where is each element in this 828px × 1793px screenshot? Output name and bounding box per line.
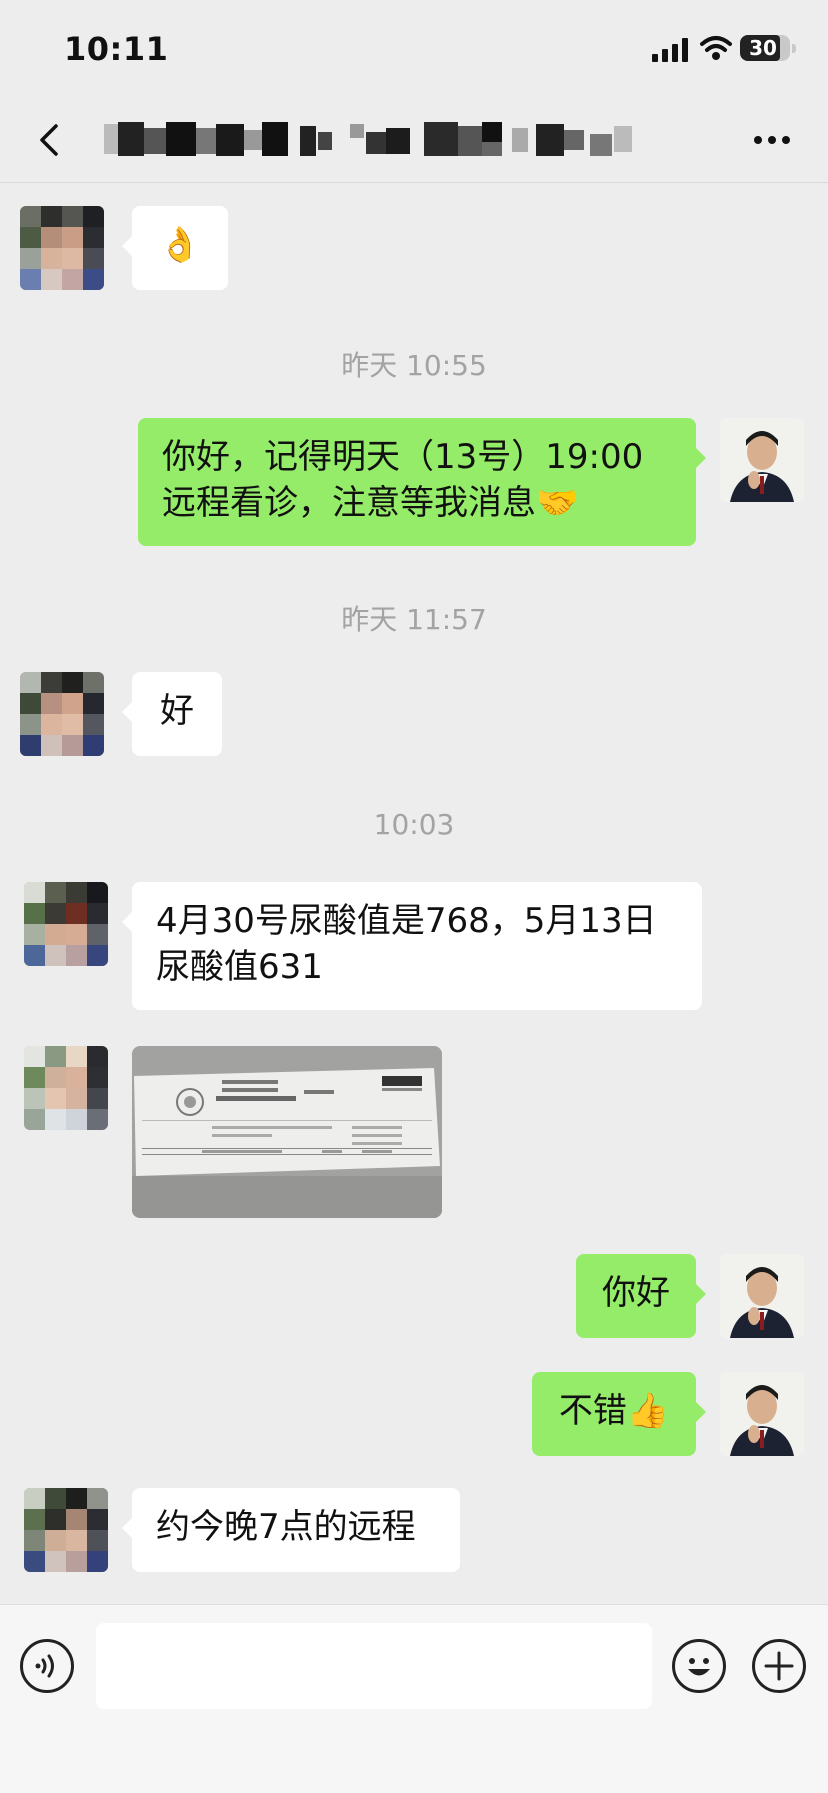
signal-icon	[652, 38, 688, 62]
wifi-icon	[700, 36, 732, 60]
battery-level: 30	[749, 36, 777, 60]
timestamp: 昨天 10:55	[341, 349, 487, 382]
battery-icon: 30	[740, 35, 796, 61]
avatar[interactable]	[24, 882, 108, 966]
avatar[interactable]	[720, 418, 804, 502]
message-bubble[interactable]: 你好，记得明天（13号）19:00远程看诊，注意等我消息🤝	[138, 418, 706, 546]
emoji-icon[interactable]	[672, 1639, 726, 1693]
status-time: 10:11	[64, 30, 169, 68]
status-bar: 10:11 30	[0, 0, 828, 100]
message-bubble[interactable]: 你好	[576, 1254, 706, 1338]
message-bubble[interactable]: 👌	[122, 206, 228, 290]
lab-report-image[interactable]	[132, 1046, 442, 1218]
more-horizontal-icon[interactable]	[750, 128, 794, 152]
message-bubble[interactable]: 4月30号尿酸值是768，5月13日尿酸值631	[122, 882, 702, 1010]
plus-icon[interactable]	[752, 1639, 806, 1693]
timestamp: 10:03	[373, 808, 455, 841]
message-bubble[interactable]: 约今晚7点的远程	[122, 1488, 460, 1572]
message-input[interactable]	[96, 1623, 652, 1709]
avatar[interactable]	[20, 672, 104, 756]
chevron-left-icon[interactable]	[30, 120, 70, 160]
avatar[interactable]	[720, 1254, 804, 1338]
chat-header	[0, 100, 828, 183]
avatar[interactable]	[720, 1372, 804, 1456]
avatar[interactable]	[24, 1046, 108, 1130]
contact-name-pixelated	[104, 122, 632, 156]
avatar[interactable]	[20, 206, 104, 290]
timestamp: 昨天 11:57	[341, 603, 487, 636]
input-bar	[0, 1604, 828, 1793]
message-bubble[interactable]: 不错👍	[532, 1372, 706, 1456]
voice-icon[interactable]	[20, 1639, 74, 1693]
avatar[interactable]	[24, 1488, 108, 1572]
message-bubble[interactable]: 好	[122, 672, 222, 756]
